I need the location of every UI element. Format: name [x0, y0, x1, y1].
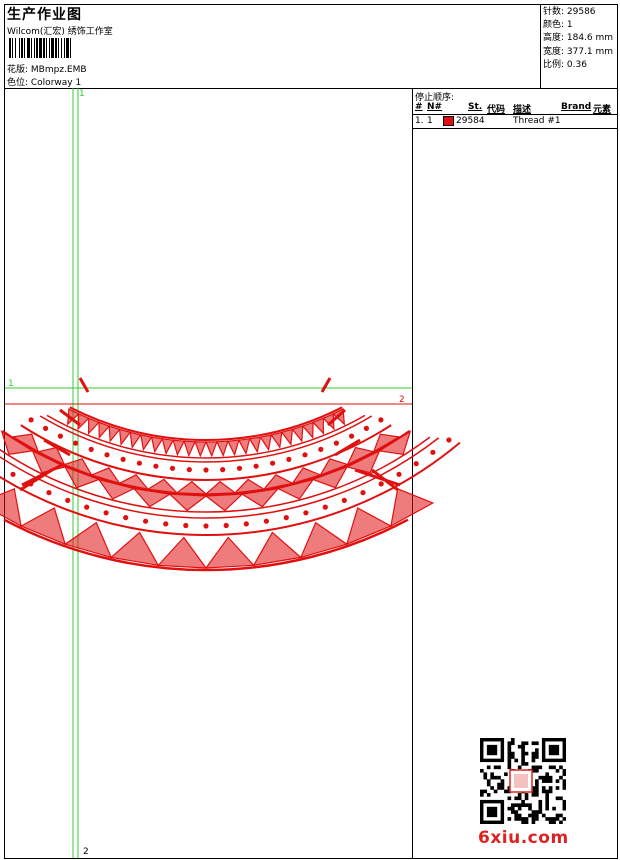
- qr-code-icon: [480, 738, 566, 824]
- embroidery-design-preview: [0, 88, 461, 858]
- guide-label-v1: 1: [79, 89, 85, 99]
- guide-label-h2: 2: [399, 395, 405, 405]
- watermark-logo: 6xiu.com: [478, 828, 569, 848]
- collar-motif: [0, 377, 461, 572]
- guide-label-v2: 2: [83, 847, 89, 857]
- guide-label-h1: 1: [8, 379, 14, 389]
